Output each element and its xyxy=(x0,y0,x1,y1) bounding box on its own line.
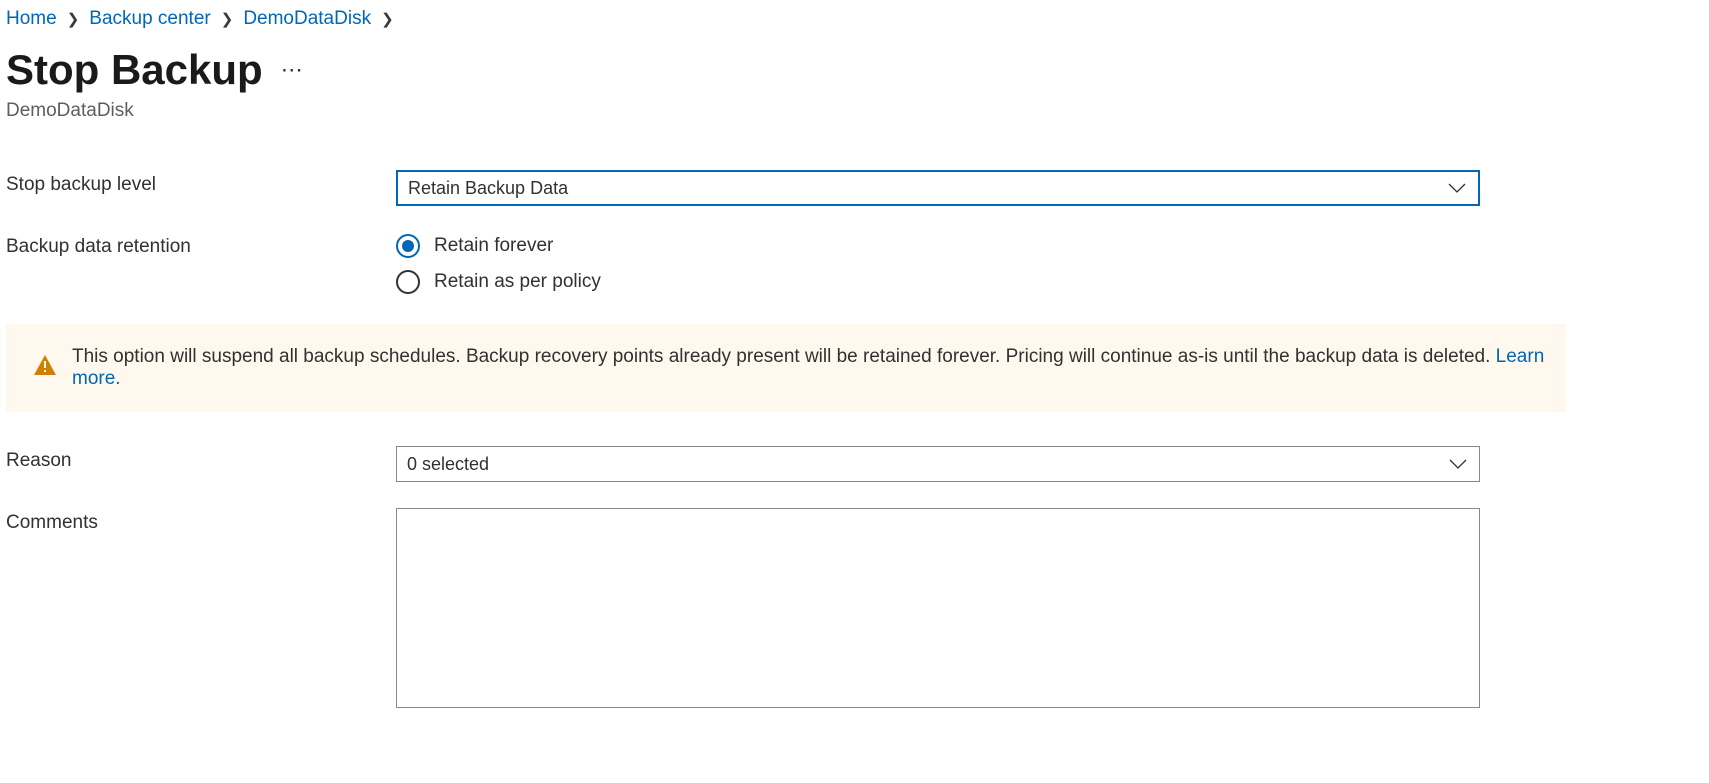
radio-icon xyxy=(396,234,420,258)
banner-text: This option will suspend all backup sche… xyxy=(72,346,1496,367)
info-banner: This option will suspend all backup sche… xyxy=(6,324,1566,412)
retention-radio-label: Retain as per policy xyxy=(434,271,601,293)
more-actions-button[interactable]: ⋯ xyxy=(281,59,303,81)
reason-label: Reason xyxy=(6,446,396,472)
reason-value: 0 selected xyxy=(407,454,489,475)
comments-label: Comments xyxy=(6,508,396,534)
radio-icon xyxy=(396,270,420,294)
page-title: Stop Backup xyxy=(6,46,263,94)
backup-data-retention-label: Backup data retention xyxy=(6,232,396,258)
breadcrumb: Home ❯ Backup center ❯ DemoDataDisk ❯ xyxy=(6,4,1709,40)
page-subtitle: DemoDataDisk xyxy=(6,100,1709,122)
chevron-down-icon xyxy=(1449,458,1467,470)
comments-textarea[interactable] xyxy=(396,508,1480,708)
breadcrumb-backup-center[interactable]: Backup center xyxy=(89,8,210,30)
chevron-down-icon xyxy=(1448,182,1466,194)
warning-icon xyxy=(34,355,56,381)
stop-backup-level-value: Retain Backup Data xyxy=(408,178,568,199)
chevron-right-icon: ❯ xyxy=(67,10,80,28)
reason-select[interactable]: 0 selected xyxy=(396,446,1480,482)
retention-radio-label: Retain forever xyxy=(434,235,553,257)
breadcrumb-home[interactable]: Home xyxy=(6,8,57,30)
retention-radio-retain-as-per-policy[interactable]: Retain as per policy xyxy=(396,270,1480,294)
chevron-right-icon: ❯ xyxy=(221,10,234,28)
stop-backup-level-label: Stop backup level xyxy=(6,170,396,196)
stop-backup-level-select[interactable]: Retain Backup Data xyxy=(396,170,1480,206)
breadcrumb-demodatadisk[interactable]: DemoDataDisk xyxy=(243,8,371,30)
retention-radio-retain-forever[interactable]: Retain forever xyxy=(396,234,1480,258)
chevron-right-icon: ❯ xyxy=(381,10,394,28)
retention-radio-group: Retain forever Retain as per policy xyxy=(396,234,1480,294)
